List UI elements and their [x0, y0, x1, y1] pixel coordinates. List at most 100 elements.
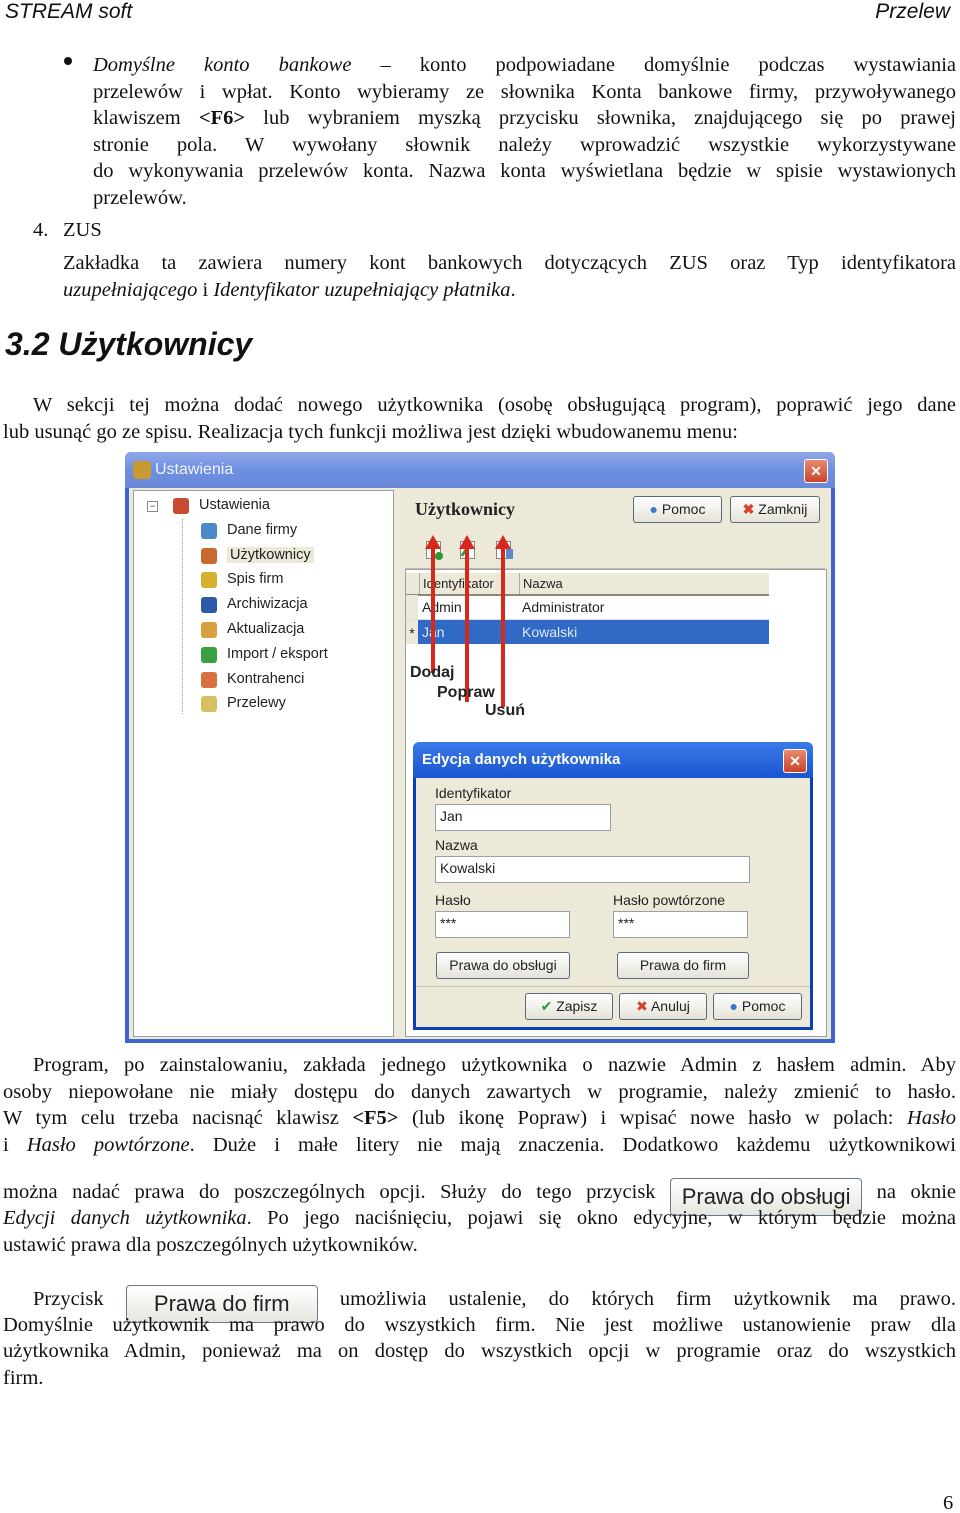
name-field[interactable]: Kowalski	[435, 856, 750, 883]
tree-item-label: Import / eksport	[227, 645, 328, 662]
id-field[interactable]: Jan	[435, 804, 611, 831]
text-span: użytkownika Admin, ponieważ ma on dostęp…	[3, 1340, 956, 1362]
tree-item[interactable]: Kontrahenci	[201, 671, 304, 688]
text-span: – konto podpowiadane domyślnie podczas w…	[351, 54, 956, 76]
text-line: uzupełniającego i Identyfikator uzupełni…	[63, 277, 956, 304]
tree-item-label: Ustawienia	[199, 497, 270, 513]
text-span: umożliwia ustalenie, do których firm uży…	[317, 1288, 956, 1310]
cancel-x-icon: ✖	[636, 998, 648, 1014]
window-close-button[interactable]: ✕	[804, 459, 828, 483]
edit-user-dialog: Edycja danych użytkownika ✕ Identyfikato…	[413, 742, 813, 1030]
tree-item[interactable]: Przelewy	[201, 695, 286, 713]
text-span: <F5>	[352, 1107, 399, 1129]
dialog-close-button[interactable]: ✕	[783, 749, 807, 773]
cell-name: Kowalski	[522, 624, 578, 640]
text-span: i	[3, 1134, 27, 1156]
text-span: firm.	[3, 1367, 44, 1389]
text-line: firm.	[3, 1365, 956, 1392]
tree-item[interactable]: Aktualizacja	[201, 621, 305, 638]
text-line: ustawić prawa dla poszczególnych użytkow…	[3, 1232, 956, 1259]
id-label: Identyfikator	[435, 785, 512, 801]
text-span: Przycisk	[33, 1288, 126, 1310]
annotation-delete: Usuń	[485, 702, 525, 719]
text-line: użytkownika Admin, ponieważ ma on dostęp…	[3, 1338, 956, 1365]
help-button[interactable]: ● Pomoc	[633, 496, 722, 523]
rights-button[interactable]: Prawa do obsługi	[436, 952, 570, 979]
tree-item[interactable]: Archiwizacja	[201, 596, 308, 614]
bullet-icon	[64, 57, 72, 65]
cancel-button[interactable]: ✖ Anuluj	[619, 993, 707, 1020]
tree-item[interactable]: Dane firmy	[201, 521, 298, 539]
text-line: Program, po zainstalowaniu, zakłada jedn…	[33, 1052, 956, 1079]
tree-item-icon	[201, 547, 217, 564]
text-span: .	[510, 279, 516, 301]
text-span: przelewów.	[93, 187, 187, 209]
divider	[416, 986, 810, 987]
collapse-icon[interactable]: −	[147, 501, 158, 512]
header-section: Przelew	[875, 0, 950, 23]
text-span: do wykonywania przelewów konta. Nazwa ko…	[93, 160, 956, 182]
text-line: przelewów.	[93, 185, 956, 212]
tree-item-label: Spis firm	[227, 571, 284, 588]
firms-rights-button[interactable]: Prawa do firm	[617, 952, 749, 979]
text-line: Edycji danych użytkownika. Po jego naciś…	[3, 1205, 956, 1232]
text-span: Hasło	[907, 1107, 956, 1129]
help-icon: ●	[729, 998, 738, 1014]
tree-item[interactable]: Spis firm	[201, 571, 284, 589]
dialog-help-button[interactable]: ● Pomoc	[713, 993, 802, 1020]
text-line: można nadać prawa do poszczególnych opcj…	[3, 1178, 956, 1216]
help-icon: ●	[649, 501, 658, 517]
list-heading-zus: ZUS	[63, 219, 102, 241]
tree-item[interactable]: Import / eksport	[201, 645, 328, 663]
save-button[interactable]: ✔ Zapisz	[525, 993, 613, 1020]
grid-header: Identyfikator Nazwa	[406, 573, 769, 596]
tree-item[interactable]: Użytkownicy	[201, 546, 314, 564]
text-span: Identyfikator uzupełniający płatnika	[213, 279, 511, 301]
text-line: klawiszem <F6> lub wybraniem myszką przy…	[93, 105, 956, 132]
close-x-icon: ✖	[742, 501, 755, 517]
text-span: Domyślne konto bankowe	[93, 54, 352, 76]
page-number: 6	[943, 1492, 954, 1513]
password-field[interactable]: ***	[435, 911, 570, 938]
text-line: osoby niepowołane nie miały dostępu do d…	[3, 1079, 956, 1106]
text-span: Domyślnie użytkownik ma prawo do wszystk…	[3, 1314, 956, 1336]
text-span: ustawić prawa dla poszczególnych użytkow…	[3, 1234, 418, 1256]
tree-item-icon	[201, 522, 217, 539]
text-span: stronie pola. W wywołany słownik należy …	[93, 134, 956, 156]
tree-item-label: Użytkownicy	[230, 546, 311, 563]
table-row-selected[interactable]: * Jan Kowalski	[406, 620, 769, 644]
tree-item-icon	[201, 671, 217, 688]
dialog-title: Edycja danych użytkownika	[422, 751, 621, 768]
text-span: (lub ikonę Popraw) i wpisać nowe hasło w…	[398, 1107, 908, 1129]
column-header-name[interactable]: Nazwa	[519, 573, 769, 594]
app-icon	[133, 461, 151, 479]
tree-line	[182, 519, 183, 714]
text-line: Zakładka ta zawiera numery kont bankowyc…	[63, 250, 956, 277]
tree-item-icon	[201, 696, 217, 713]
tree-item-label: Dane firmy	[227, 521, 298, 538]
text-line: W tym celu trzeba nacisnąć klawisz <F5> …	[3, 1105, 956, 1132]
text-span: . Po jego naciśnięciu, pojawi się okno e…	[246, 1207, 957, 1229]
text-span: . Duże i małe litery nie mają znaczenia.…	[189, 1134, 956, 1156]
table-row[interactable]: Admin Administrator	[406, 595, 769, 620]
tree-item-icon	[201, 597, 217, 614]
text-span: uzupełniającego	[63, 279, 198, 301]
tree-item-icon	[201, 622, 217, 638]
tree-item-icon	[173, 498, 189, 514]
check-icon: ✔	[540, 998, 553, 1014]
tree-item-label: Archiwizacja	[227, 596, 308, 613]
text-span: i	[197, 279, 214, 301]
password-repeat-field[interactable]: ***	[613, 911, 748, 938]
password-label: Hasło	[435, 892, 471, 908]
close-button[interactable]: ✖ Zamknij	[730, 496, 820, 523]
annotation-edit: Popraw	[437, 684, 495, 701]
text-line: Domyślne konto bankowe – konto podpowiad…	[93, 52, 956, 79]
tree-item[interactable]: Ustawienia	[173, 497, 270, 514]
settings-tree: Ustawienia Dane firmy Użytkownicy Spis firm…	[133, 490, 394, 1037]
text-span: Program, po zainstalowaniu, zakłada jedn…	[33, 1054, 956, 1076]
text-line: stronie pola. W wywołany słownik należy …	[93, 132, 956, 159]
tree-item-label: Aktualizacja	[227, 621, 305, 637]
text-line: Domyślnie użytkownik ma prawo do wszystk…	[3, 1312, 956, 1339]
dialog-body: Identyfikator Jan Nazwa Kowalski Hasło *…	[416, 778, 810, 1027]
password-repeat-label: Hasło powtórzone	[613, 892, 726, 908]
